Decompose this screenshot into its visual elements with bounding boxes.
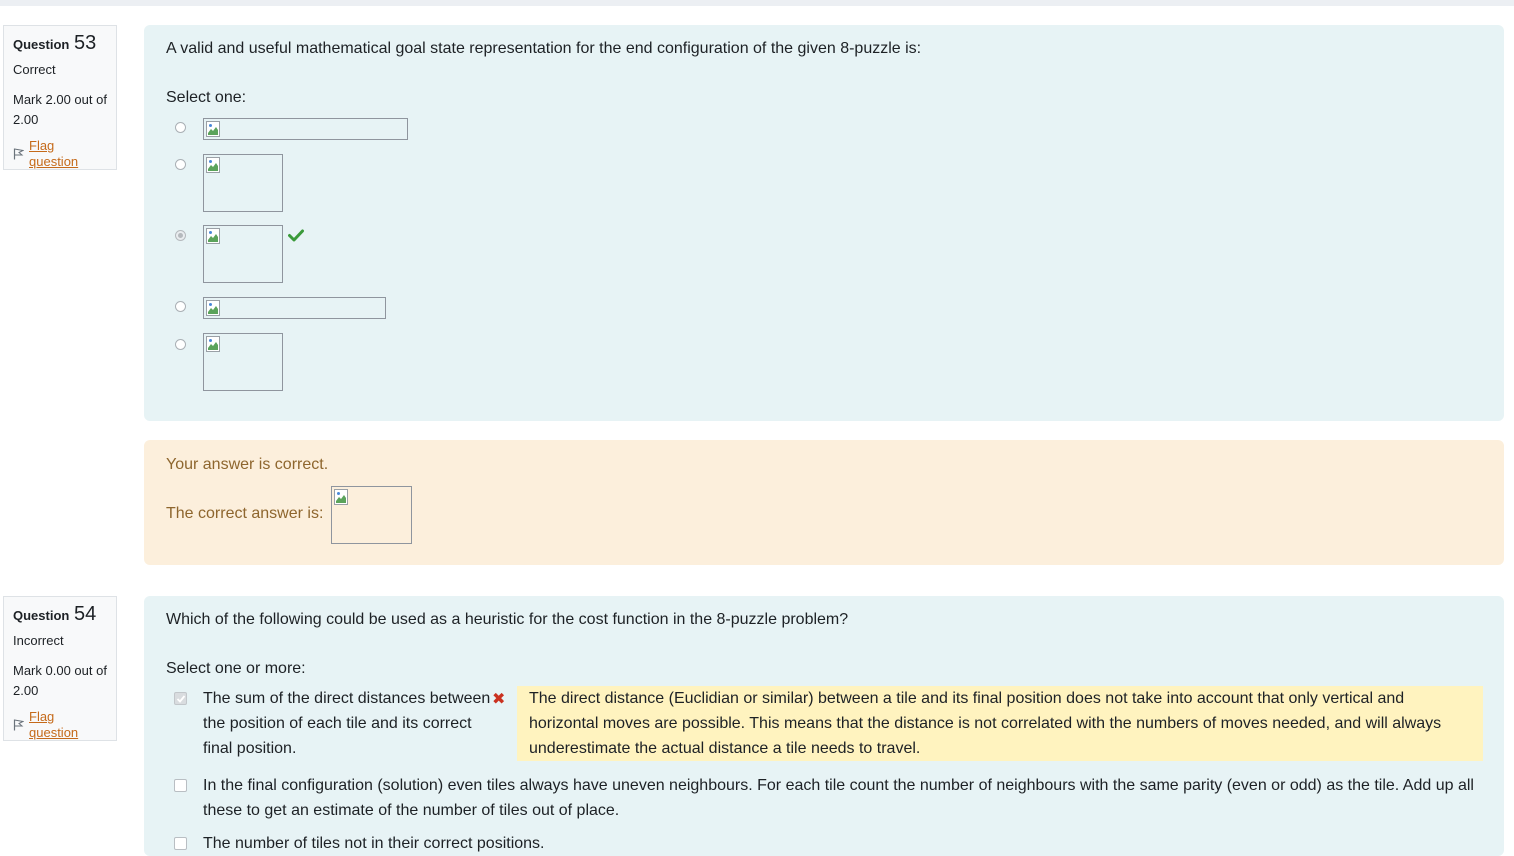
flag-question-link[interactable]: Flag question xyxy=(29,709,107,741)
answer-image xyxy=(203,333,283,391)
answer-image xyxy=(203,154,283,212)
answer-image xyxy=(203,297,386,319)
question-grade: Mark 2.00 out of 2.00 xyxy=(13,92,107,127)
question-number: Question 54 xyxy=(13,603,107,627)
general-feedback: Your answer is correct. xyxy=(166,456,329,473)
question-info: Question 54 Incorrect Mark 0.00 out of 2… xyxy=(3,596,117,741)
cross-icon: ✖ xyxy=(492,691,506,708)
answer-prompt: Select one: xyxy=(166,89,247,106)
broken-image-icon xyxy=(206,228,220,244)
check-icon xyxy=(288,229,304,242)
flag-question-link[interactable]: Flag question xyxy=(29,138,107,170)
flag-question-control[interactable]: Flag question xyxy=(13,709,107,741)
question-text: Which of the following could be used as … xyxy=(166,611,849,628)
question-info: Question 53 Correct Mark 2.00 out of 2.0… xyxy=(3,25,117,170)
broken-image-icon xyxy=(334,489,348,505)
answer-radio[interactable] xyxy=(175,339,186,350)
broken-image-icon xyxy=(206,336,220,352)
answer-image xyxy=(203,118,408,140)
answer-image xyxy=(203,225,283,283)
right-answer-label: The correct answer is: xyxy=(166,505,324,522)
question-state: Incorrect xyxy=(13,633,64,648)
question-label: Question xyxy=(13,608,70,623)
flag-icon[interactable] xyxy=(13,719,24,731)
question-text: A valid and useful mathematical goal sta… xyxy=(166,40,922,57)
question-number-value: 53 xyxy=(73,32,97,54)
answer-option-text: The number of tiles not in their correct… xyxy=(203,835,545,852)
question-number: Question 53 xyxy=(13,32,107,56)
flag-icon[interactable] xyxy=(13,148,24,160)
answer-radio[interactable] xyxy=(175,159,186,170)
answer-checkbox-checked[interactable] xyxy=(174,692,187,705)
question-formulation: A valid and useful mathematical goal sta… xyxy=(144,25,1504,421)
question-grade: Mark 0.00 out of 2.00 xyxy=(13,663,107,698)
answer-prompt: Select one or more: xyxy=(166,660,306,677)
question-number-value: 54 xyxy=(73,603,97,625)
question-formulation: Which of the following could be used as … xyxy=(144,596,1504,856)
answer-radio[interactable] xyxy=(175,301,186,312)
answer-option-text: In the final configuration (solution) ev… xyxy=(203,777,1474,819)
specific-feedback: The direct distance (Euclidian or simila… xyxy=(517,686,1483,761)
answer-option-text: The sum of the direct distances between … xyxy=(203,690,491,757)
answer-checkbox[interactable] xyxy=(174,779,187,792)
top-bar xyxy=(0,0,1514,6)
question-feedback: Your answer is correct. The correct answ… xyxy=(144,440,1504,565)
flag-question-control[interactable]: Flag question xyxy=(13,138,107,170)
answer-radio[interactable] xyxy=(175,122,186,133)
broken-image-icon xyxy=(206,157,220,173)
answer-checkbox[interactable] xyxy=(174,837,187,850)
checkmark-icon xyxy=(176,695,186,703)
answer-radio-selected[interactable] xyxy=(175,230,186,241)
broken-image-icon xyxy=(206,121,220,137)
question-state: Correct xyxy=(13,62,56,77)
broken-image-icon xyxy=(206,300,220,316)
right-answer-image xyxy=(331,486,412,544)
question-label: Question xyxy=(13,37,70,52)
